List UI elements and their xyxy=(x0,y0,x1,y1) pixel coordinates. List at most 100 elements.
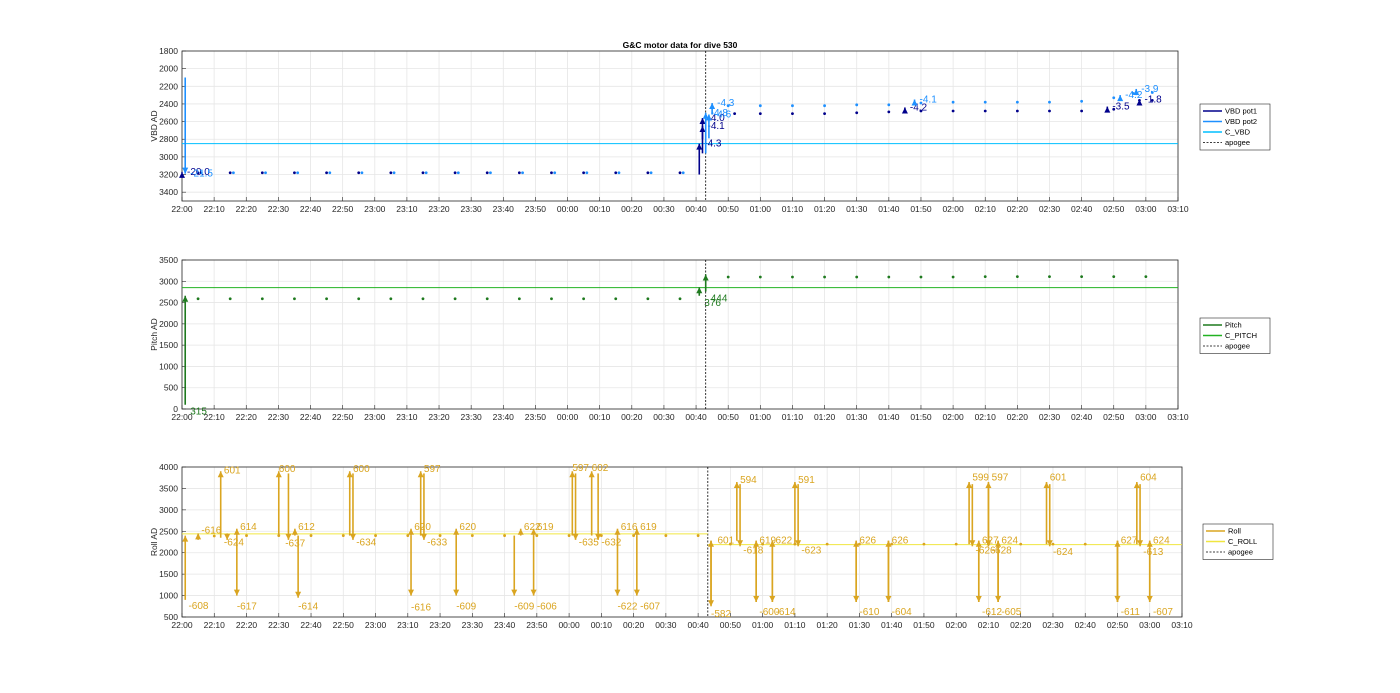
x-tick-label: 01:20 xyxy=(814,204,836,214)
plot-area xyxy=(182,467,1182,617)
x-tick-label: 01:00 xyxy=(752,620,774,630)
x-tick-label: 02:30 xyxy=(1039,204,1061,214)
x-tick-label: 22:40 xyxy=(300,620,322,630)
vbd-pot2-point xyxy=(360,171,364,175)
y-tick-label: 0 xyxy=(173,404,178,414)
x-tick-label: 01:40 xyxy=(878,412,900,422)
x-tick-label: 02:20 xyxy=(1010,620,1032,630)
x-tick-label: 00:20 xyxy=(621,204,643,214)
roll-point xyxy=(954,542,958,546)
pitch-point xyxy=(485,297,489,301)
x-tick-label: 02:30 xyxy=(1039,412,1061,422)
arrow-label: -21.5 xyxy=(190,169,213,180)
arrow-label: -4.3 xyxy=(717,98,735,109)
y-tick-label: 3500 xyxy=(159,255,178,265)
x-tick-label: 01:00 xyxy=(750,412,772,422)
vbd-pot1-point xyxy=(293,171,296,175)
pitch-point xyxy=(1015,275,1019,279)
pitch-point xyxy=(646,297,650,301)
arrow-label: -4.6 xyxy=(714,110,732,121)
arrow-label: 444 xyxy=(711,294,728,305)
vbd-pot2-point xyxy=(1112,96,1116,100)
pitch-point xyxy=(678,297,682,301)
arrow-label: -635 xyxy=(579,537,599,548)
roll-point xyxy=(825,542,829,546)
arrow-label: -4.3 xyxy=(704,139,722,150)
arrow-label: -4.1 xyxy=(707,121,725,132)
x-tick-label: 01:20 xyxy=(817,620,839,630)
arrow-label: -3.9 xyxy=(1141,84,1159,95)
x-tick-label: 22:10 xyxy=(204,620,226,630)
pitch-point xyxy=(887,275,891,279)
vbd-pot1-point xyxy=(260,171,264,175)
x-tick-label: 22:40 xyxy=(300,412,322,422)
x-tick-label: 00:30 xyxy=(655,620,677,630)
legend-label: apogee xyxy=(1225,138,1250,147)
arrow-label: -4.2 xyxy=(1125,90,1143,101)
arrow-label: -609 xyxy=(456,601,476,612)
vbd-pot2-point xyxy=(424,171,428,175)
vbd-pot2-point xyxy=(521,171,524,175)
x-tick-label: 22:00 xyxy=(171,204,193,214)
arrow-label: -608 xyxy=(188,601,208,612)
y-tick-label: 500 xyxy=(164,383,178,393)
arrow-label: 620 xyxy=(459,522,476,533)
arrow-label: -623 xyxy=(801,546,821,557)
arrow-label: -624 xyxy=(224,537,244,548)
x-tick-label: 00:00 xyxy=(558,620,580,630)
x-tick-label: 01:10 xyxy=(782,204,804,214)
arrow-label: 604 xyxy=(1140,472,1157,483)
vbd-pot1-point xyxy=(1080,109,1084,113)
arrow-label: 594 xyxy=(740,475,757,486)
x-tick-label: 01:30 xyxy=(846,412,868,422)
x-tick-label: 22:20 xyxy=(236,412,258,422)
roll-point xyxy=(341,534,345,537)
vbd-pot2-point xyxy=(681,171,685,175)
y-tick-label: 2500 xyxy=(159,526,178,536)
legend-label: Pitch xyxy=(1225,321,1242,330)
x-tick-label: 02:10 xyxy=(975,204,997,214)
x-tick-label: 23:00 xyxy=(364,204,386,214)
x-tick-label: 02:50 xyxy=(1103,204,1125,214)
pitch-point xyxy=(550,297,553,301)
legend-label: C_ROLL xyxy=(1228,537,1257,546)
legend: PitchC_PITCHapogee xyxy=(1199,317,1271,354)
vbd-pot1-point xyxy=(758,112,762,116)
y-tick-label: 3000 xyxy=(159,505,178,515)
x-tick-label: 01:30 xyxy=(846,204,868,214)
arrow-label: 619 xyxy=(537,522,554,533)
legend-label: C_VBD xyxy=(1225,128,1251,137)
vbd-pot2-point xyxy=(1048,100,1051,104)
vbd-pot1-point xyxy=(733,112,737,116)
pitch-point xyxy=(325,297,328,301)
x-tick-label: 22:40 xyxy=(300,204,322,214)
x-tick-label: 22:20 xyxy=(236,620,258,630)
arrow-label: -637 xyxy=(285,538,305,549)
vbd-pot1-point xyxy=(646,171,650,175)
x-tick-label: 01:00 xyxy=(750,204,772,214)
y-tick-label: 1000 xyxy=(159,591,178,601)
arrow-label: -582 xyxy=(711,609,731,620)
y-tick-label: 2000 xyxy=(159,319,178,329)
x-tick-label: 00:20 xyxy=(623,620,645,630)
x-tick-label: 00:10 xyxy=(589,412,611,422)
x-tick-label: 00:30 xyxy=(653,204,675,214)
pitch-point xyxy=(1048,275,1051,279)
vbd-pot2-point xyxy=(823,104,826,108)
y-tick-label: 2000 xyxy=(159,548,178,558)
x-tick-label: 01:20 xyxy=(814,412,836,422)
x-tick-label: 01:10 xyxy=(784,620,806,630)
arrow-label: -617 xyxy=(237,601,257,612)
x-tick-label: 22:30 xyxy=(268,620,290,630)
x-tick-label: 23:50 xyxy=(525,204,547,214)
x-tick-label: 00:50 xyxy=(720,620,742,630)
y-tick-label: 2400 xyxy=(159,99,178,109)
vbd-pot1-point xyxy=(421,171,425,175)
x-tick-label: 00:00 xyxy=(557,412,579,422)
arrow-label: -3.5 xyxy=(1112,102,1130,113)
y-tick-label: 3500 xyxy=(159,483,178,493)
vbd-pot1-point xyxy=(983,109,987,113)
pitch-point xyxy=(389,297,393,301)
roll-point xyxy=(1051,542,1055,546)
arrow-label: 599 xyxy=(972,472,989,483)
